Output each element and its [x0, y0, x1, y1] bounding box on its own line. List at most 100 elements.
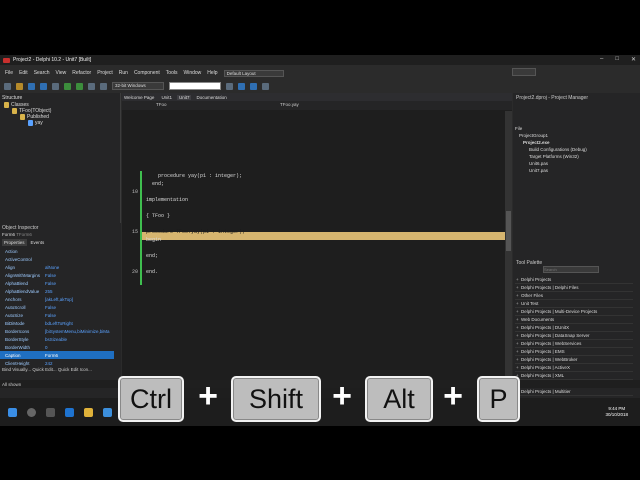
pm-item-unit6[interactable]: Unit6.pas [529, 161, 548, 166]
property-row[interactable]: AutoSize False [0, 311, 114, 319]
property-row[interactable]: AlphaBlendValue 255 [0, 287, 114, 295]
object-selector[interactable]: Form6 TForm6 [2, 232, 32, 237]
toggle-form-unit-icon[interactable] [226, 82, 233, 90]
palette-category[interactable]: Delphi Projects | WebBroker [515, 357, 633, 364]
search-icon[interactable] [27, 407, 36, 417]
pm-item-build-configs[interactable]: Build Configurations (Debug) [529, 147, 587, 152]
pm-item-unit7[interactable]: Unit7.pas [529, 168, 548, 173]
tab-events[interactable]: Events [29, 239, 47, 246]
property-row[interactable]: AutoScroll False [0, 303, 114, 311]
ide-search-input[interactable] [512, 68, 536, 76]
save-icon[interactable] [28, 82, 35, 90]
property-value[interactable]: 242 [44, 361, 114, 366]
file-explorer-icon[interactable] [84, 407, 93, 417]
tab-documentation[interactable]: Documentation [194, 95, 228, 100]
property-row[interactable]: ClientHeight 242 [0, 359, 114, 367]
scrollbar-thumb[interactable] [506, 211, 511, 251]
property-value[interactable]: False [44, 313, 114, 318]
tab-properties[interactable]: Properties [2, 239, 27, 246]
property-row[interactable]: Caption Form6 [0, 351, 114, 359]
property-value[interactable]: bdLeftToRight [44, 321, 114, 326]
property-value[interactable]: [biSystemMenu,biMinimize,biMa [44, 329, 114, 334]
palette-category[interactable]: Delphi Projects | WebServices [515, 341, 633, 348]
menu-refactor[interactable]: Refactor [72, 70, 91, 76]
code-line[interactable]: end; [146, 181, 164, 187]
menu-search[interactable]: Search [34, 70, 50, 76]
menu-edit[interactable]: Edit [19, 70, 28, 76]
property-value[interactable]: 255 [44, 289, 114, 294]
palette-category[interactable]: Delphi Projects | EMS [515, 349, 633, 356]
property-value[interactable]: 0 [44, 345, 114, 350]
property-row[interactable]: AlphaBlend False [0, 279, 114, 287]
quick-edit-icon-link[interactable]: Quick Edit Icon... [58, 367, 92, 372]
property-row[interactable]: BorderIcons [biSystemMenu,biMinimize,biMa [0, 327, 114, 335]
new-icon[interactable] [4, 82, 11, 90]
menu-help[interactable]: Help [207, 70, 217, 76]
palette-category[interactable]: Delphi Projects | Multi-Device Projects [515, 309, 633, 316]
run-icon[interactable] [64, 82, 71, 90]
bookmark-icon[interactable] [262, 82, 269, 90]
code-line[interactable]: procedure yay(p1 : integer); [146, 173, 242, 179]
code-line[interactable]: begin [146, 237, 161, 243]
property-row[interactable]: ActiveControl [0, 255, 114, 263]
build-config-input[interactable] [169, 82, 221, 90]
code-line[interactable]: procedure TFoo.yay(p1 : integer); [146, 229, 245, 235]
menu-component[interactable]: Component [134, 70, 160, 76]
pm-item-project[interactable]: Project2.exe [523, 140, 550, 145]
code-line[interactable]: implementation [146, 197, 188, 203]
menu-run[interactable]: Run [119, 70, 128, 76]
property-row[interactable]: BorderWidth 0 [0, 343, 114, 351]
property-value[interactable]: False [44, 305, 114, 310]
property-value[interactable]: bsSizeable [44, 337, 114, 342]
property-value[interactable]: [akLeft,akTop] [44, 297, 114, 302]
menu-file[interactable]: File [5, 70, 13, 76]
property-value[interactable]: False [44, 273, 114, 278]
palette-search-input[interactable] [543, 266, 599, 273]
edge-icon[interactable] [65, 407, 74, 417]
code-line[interactable]: end. [146, 269, 158, 275]
layout-select[interactable]: Default Layout [223, 69, 284, 77]
palette-category[interactable]: Other Files [515, 293, 633, 300]
palette-category[interactable]: Delphi Projects | ActiveX [515, 365, 633, 372]
tree-node-yay[interactable]: yay [28, 120, 43, 126]
class-nav-select[interactable]: TFoo [154, 102, 167, 109]
minimize-icon[interactable]: – [600, 56, 603, 63]
pause-icon[interactable] [88, 82, 95, 90]
open-icon[interactable] [16, 82, 23, 90]
property-value[interactable]: alNone [44, 265, 114, 270]
property-row[interactable]: Anchors [akLeft,akTop] [0, 295, 114, 303]
bind-visually-link[interactable]: Bind Visually... [2, 367, 31, 372]
pm-item-projectgroup[interactable]: ProjectGroup1 [519, 133, 548, 138]
code-line[interactable]: { TFoo } [146, 213, 170, 219]
task-view-icon[interactable] [46, 407, 55, 417]
palette-category[interactable]: Delphi Projects | DUnitX [515, 325, 633, 332]
pm-item-target-platforms[interactable]: Target Platforms (Win32) [529, 154, 579, 159]
property-row[interactable]: Align alNone [0, 263, 114, 271]
code-line[interactable]: end; [146, 253, 158, 259]
palette-category[interactable]: Delphi Projects | XML [515, 373, 633, 380]
open-project-icon[interactable] [52, 82, 59, 90]
maximize-icon[interactable]: □ [615, 56, 619, 63]
property-row[interactable]: BorderStyle bsSizeable [0, 335, 114, 343]
palette-category[interactable]: Web Documents [515, 317, 633, 324]
back-icon[interactable] [238, 82, 245, 90]
quick-edit-link[interactable]: Quick Edit... [32, 367, 56, 372]
run-without-debug-icon[interactable] [76, 82, 83, 90]
menu-project[interactable]: Project [97, 70, 113, 76]
store-icon[interactable] [103, 407, 112, 417]
property-row[interactable]: Action [0, 247, 114, 255]
close-icon[interactable]: ✕ [631, 56, 636, 63]
tab-welcome-page[interactable]: Welcome Page [122, 95, 156, 100]
palette-category[interactable]: Delphi Projects [515, 277, 633, 284]
property-value[interactable]: Form6 [44, 353, 114, 358]
property-row[interactable]: BiDiMode bdLeftToRight [0, 319, 114, 327]
save-all-icon[interactable] [40, 82, 47, 90]
tab-unit7[interactable]: Unit7 [176, 94, 192, 100]
menu-tools[interactable]: Tools [166, 70, 178, 76]
menu-view[interactable]: View [56, 70, 67, 76]
taskbar-clock[interactable]: 9:44 PM 30/10/2018 [605, 406, 628, 418]
tab-unit1[interactable]: Unit1 [159, 95, 174, 100]
palette-category[interactable]: Unit Test [515, 301, 633, 308]
palette-category[interactable]: Delphi Projects | Multitier [515, 389, 633, 396]
menu-window[interactable]: Window [183, 70, 201, 76]
